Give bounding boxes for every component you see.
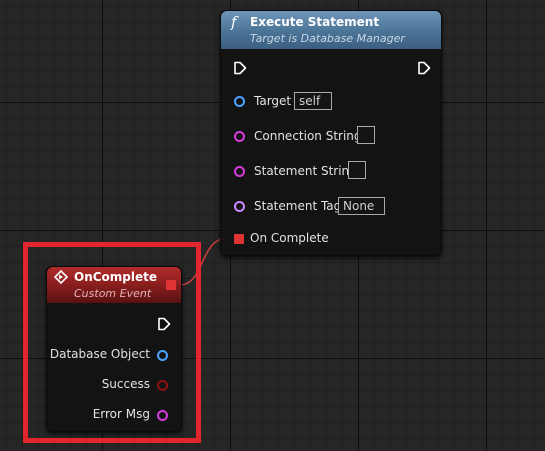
on-complete-pin-label: On Complete (250, 231, 329, 245)
statement-tag-pin-label: Statement Tag (254, 199, 342, 213)
target-pin-icon[interactable] (234, 96, 245, 107)
target-pin-label: Target (254, 94, 292, 108)
function-icon: f (231, 13, 237, 31)
connection-string-field[interactable] (357, 126, 375, 144)
on-complete-delegate-pin-icon[interactable] (234, 234, 244, 244)
statement-tag-pin-icon[interactable] (234, 201, 245, 212)
node-subtitle: Target is Database Manager (250, 32, 405, 45)
statement-string-pin-label: Statement String (254, 164, 357, 178)
node-header[interactable]: f Execute Statement Target is Database M… (221, 11, 441, 49)
connection-string-pin-label: Connection String (254, 129, 362, 143)
statement-string-pin-icon[interactable] (234, 166, 245, 177)
node-title: Execute Statement (250, 15, 380, 29)
target-default-field[interactable]: self (294, 92, 332, 110)
exec-in-pin-icon[interactable] (233, 61, 247, 75)
execute-statement-node[interactable]: f Execute Statement Target is Database M… (220, 10, 442, 256)
exec-out-pin-icon[interactable] (417, 61, 431, 75)
statement-tag-field[interactable]: None (338, 197, 385, 215)
connection-string-pin-icon[interactable] (234, 131, 245, 142)
highlight-box (23, 242, 201, 443)
statement-string-field[interactable] (348, 161, 366, 179)
